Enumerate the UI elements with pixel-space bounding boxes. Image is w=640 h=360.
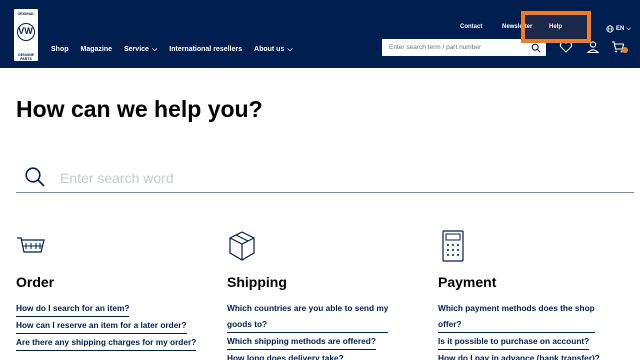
payment-links: Which payment methods does the shop offer… — [438, 300, 638, 360]
main-nav: Shop Magazine Service ⌵ International res… — [51, 43, 305, 55]
nav-about-us[interactable]: About us ⌵ — [254, 46, 293, 53]
help-search-box — [16, 165, 634, 193]
faq-link-text: Which countries are you able to send my — [227, 303, 389, 313]
header-search-input[interactable] — [382, 39, 522, 56]
faq-link-text: Is it possible to purchase on account? — [438, 336, 590, 346]
nav-label: Shop — [51, 45, 69, 53]
util-newsletter-link[interactable]: Newsletter — [502, 24, 532, 34]
vw-logo-icon: VW — [17, 23, 35, 41]
chevron-down-icon: ⌵ — [626, 25, 631, 32]
page-title: How can we help you? — [16, 96, 263, 122]
shipping-title: Shipping — [227, 274, 287, 290]
faq-link-text: offer? — [438, 319, 462, 329]
chevron-down-icon: ⌵ — [287, 45, 293, 53]
order-links: How do I search for an item? How can I r… — [16, 300, 216, 351]
order-title: Order — [16, 274, 55, 290]
faq-link[interactable]: Which payment methods does the shop offer… — [438, 300, 595, 333]
help-search-input[interactable] — [60, 165, 620, 191]
faq-link-text: How do I pay in advance (bank transfer)? — [438, 353, 600, 360]
user-icon[interactable] — [586, 40, 600, 54]
language-label: EN — [616, 26, 625, 32]
faq-link-text: How do I search for an item? — [16, 303, 130, 313]
search-icon[interactable] — [24, 166, 46, 188]
box-icon — [229, 231, 255, 261]
faq-link-text: Which shipping methods are offered? — [227, 336, 376, 346]
nav-international-resellers[interactable]: International resellers — [169, 46, 242, 53]
util-help-link[interactable]: Help — [549, 24, 562, 34]
shipping-links: Which countries are you able to send my g… — [227, 300, 427, 360]
logo-mark: VW — [18, 26, 33, 36]
header-search-box — [382, 39, 546, 56]
faq-link[interactable]: Are there any shipping charges for my or… — [16, 334, 197, 351]
globe-icon — [606, 25, 614, 33]
header-bar: ORIGINAL VW GENUINE PARTS Shop Magazine … — [0, 0, 640, 68]
faq-link[interactable]: Which countries are you able to send my g… — [227, 300, 389, 333]
cart-icon — [17, 237, 45, 253]
nav-label: Magazine — [80, 45, 113, 53]
faq-link-text: How can I reserve an item for a later or… — [16, 320, 187, 330]
brand-logo[interactable]: ORIGINAL VW GENUINE PARTS — [14, 9, 38, 61]
logo-text-bottom: GENUINE PARTS — [18, 53, 34, 61]
logo-text-top: ORIGINAL — [17, 12, 35, 16]
search-icon[interactable] — [531, 43, 541, 53]
nav-magazine[interactable]: Magazine — [81, 46, 113, 53]
nav-service[interactable]: Service ⌵ — [124, 46, 157, 53]
nav-label: International resellers — [169, 45, 243, 53]
faq-link[interactable]: How do I pay in advance (bank transfer)? — [438, 350, 600, 360]
payment-title: Payment — [438, 274, 497, 290]
faq-link[interactable]: How do I search for an item? — [16, 300, 130, 317]
util-contact-link[interactable]: Contact — [460, 24, 482, 34]
language-selector[interactable]: EN ⌵ — [606, 24, 631, 34]
faq-link-text: How long does delivery take? — [227, 353, 344, 360]
heart-icon[interactable] — [559, 40, 573, 54]
chevron-down-icon: ⌵ — [151, 45, 158, 53]
faq-link[interactable]: How can I reserve an item for a later or… — [16, 317, 187, 334]
nav-shop[interactable]: Shop — [51, 46, 69, 53]
faq-link-text: Which payment methods does the shop — [438, 303, 595, 313]
cart-count-badge — [622, 47, 628, 53]
faq-link[interactable]: Which shipping methods are offered? — [227, 333, 376, 350]
nav-label: Service — [124, 45, 149, 53]
calculator-icon — [442, 230, 464, 262]
nav-label: About us — [254, 45, 285, 53]
faq-link-text: Are there any shipping charges for my or… — [16, 337, 197, 347]
faq-link[interactable]: How long does delivery take? — [227, 350, 344, 360]
faq-link-text: goods to? — [227, 319, 268, 329]
faq-link[interactable]: Is it possible to purchase on account? — [438, 333, 590, 350]
